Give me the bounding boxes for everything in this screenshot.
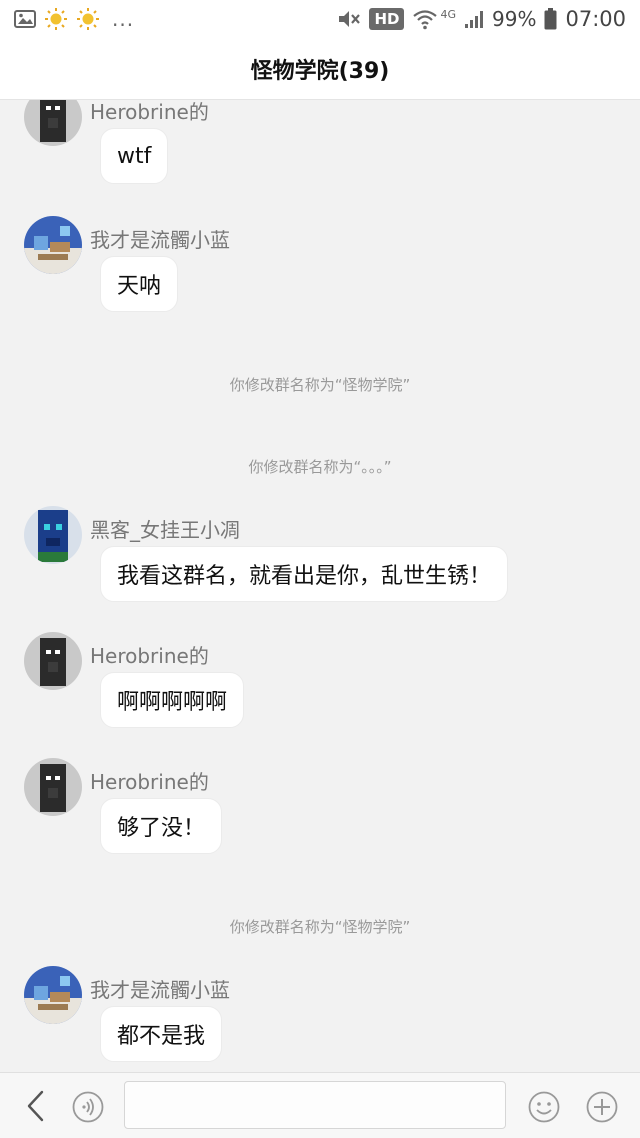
- weather-sun-icon: [76, 7, 100, 31]
- network-type: 4G: [440, 7, 457, 21]
- blue-avatar[interactable]: [24, 966, 82, 1024]
- sender-name: 我才是流髑小蓝: [90, 978, 230, 1002]
- message-bubble[interactable]: 我看这群名，就看出是你，乱世生锈！: [100, 546, 509, 602]
- system-notice: 你修改群名称为“怪物学院”: [229, 918, 411, 936]
- status-left: ...: [14, 7, 134, 31]
- mute-icon: [337, 8, 361, 30]
- back-arrow-icon[interactable]: [22, 1089, 52, 1123]
- sender-name: Herobrine的: [90, 644, 209, 668]
- system-notice: 你修改群名称为“怪物学院”: [229, 376, 411, 394]
- image-icon: [14, 9, 36, 29]
- herobrine-avatar[interactable]: [24, 100, 82, 146]
- message-bubble[interactable]: 都不是我: [100, 1006, 223, 1062]
- status-bar: ... HD 4G 99% 07:00: [0, 0, 640, 38]
- wifi-icon: [412, 8, 438, 30]
- sender-name: 我才是流髑小蓝: [90, 228, 230, 252]
- hacker-avatar[interactable]: [24, 506, 82, 564]
- input-bar: [0, 1072, 640, 1138]
- signal-icon: [464, 9, 484, 29]
- weather-sun-icon: [44, 7, 68, 31]
- sender-name: 黑客_女挂王小凋: [90, 518, 240, 542]
- message-bubble[interactable]: 啊啊啊啊啊: [100, 672, 245, 728]
- blue-avatar[interactable]: [24, 216, 82, 274]
- sender-name: Herobrine的: [90, 100, 209, 124]
- message-bubble[interactable]: 够了没！: [100, 798, 223, 854]
- hd-badge: HD: [369, 8, 405, 30]
- voice-icon[interactable]: [72, 1091, 104, 1123]
- emoji-icon[interactable]: [528, 1091, 560, 1123]
- sender-name: Herobrine的: [90, 770, 209, 794]
- status-right: HD 4G 99% 07:00: [337, 7, 626, 31]
- page-title[interactable]: 怪物学院(39): [251, 53, 390, 85]
- herobrine-avatar[interactable]: [24, 758, 82, 816]
- chat-header: 怪物学院(39): [0, 38, 640, 100]
- battery-icon: [544, 8, 557, 30]
- more-notifications: ...: [112, 7, 135, 31]
- chat-message-list[interactable]: Herobrine的 wtf 我才是流髑小蓝 天呐 你修改群名称为“怪物学院” …: [0, 100, 640, 1072]
- herobrine-avatar[interactable]: [24, 632, 82, 690]
- status-time: 07:00: [565, 7, 626, 31]
- system-notice: 你修改群名称为“。。。”: [248, 458, 392, 476]
- plus-icon[interactable]: [586, 1091, 618, 1123]
- message-bubble[interactable]: wtf: [100, 128, 169, 184]
- message-bubble[interactable]: 天呐: [100, 256, 179, 312]
- message-input[interactable]: [124, 1081, 506, 1129]
- battery-percent: 99%: [492, 7, 537, 31]
